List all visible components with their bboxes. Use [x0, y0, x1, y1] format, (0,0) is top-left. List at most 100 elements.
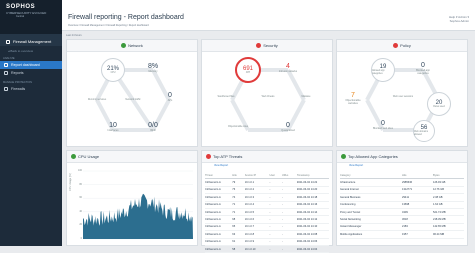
interfaces-label: Interfaces: [107, 129, 119, 132]
table-cell: 142.65 MB: [433, 225, 446, 229]
table-cell: Bytes: [433, 173, 440, 177]
allowed-apps-label: Allowed app categories: [372, 70, 385, 75]
table-row[interactable]: C2/Generic-A 65 10.1.0.7 - - 2021-03-04 14:10: [205, 224, 329, 232]
brand-sub: CYBERSECURITY EVOLVED: [6, 11, 47, 15]
web-domains-gauge[interactable]: 56 Web domains allowed: [413, 120, 435, 142]
alert-status-icon: [206, 154, 211, 159]
red-node[interactable]: 0/0 RED: [142, 122, 164, 132]
table-cell: Category: [340, 173, 351, 177]
table-cell: Timestamp: [296, 173, 310, 177]
table-row[interactable]: C2/Generic-A 61 10.1.0.9 - - 2021-03-04 14:06: [205, 239, 329, 246]
blocked-sites-label: Blocked web sites: [372, 127, 393, 130]
view-report-link[interactable]: View Report: [214, 164, 228, 167]
table-row[interactable]: C2/Generic-A 71 10.1.0.5 - - 2021-03-04 14:14: [205, 209, 329, 217]
aps-label: APs: [167, 99, 173, 102]
table-cell: -: [281, 203, 283, 207]
sidebar-item-report-dashboard[interactable]: Report dashboard: [0, 61, 62, 69]
sophos-logo[interactable]: SOPHOS CYBERSECURITY EVOLVED Central: [0, 0, 62, 34]
table-cell: 1312771: [402, 188, 413, 192]
table-row[interactable]: C2/Generic-A 76 10.1.0.2 - - 2021-03-04 14:20: [205, 187, 329, 195]
table-cell: 63: [232, 232, 236, 236]
objectionable-websites-node[interactable]: 7 Objectionable websites: [342, 92, 364, 105]
page-header: Firewall reporting - Report dashboard Ov…: [62, 0, 475, 31]
table-row[interactable]: Infrastructure 2985636 126.93 GB: [340, 179, 464, 187]
ok-status-icon: [71, 154, 76, 159]
time-filter[interactable]: Last 24 hours: [66, 34, 82, 37]
table-row[interactable]: C2/Generic-A 74 10.1.0.3 - - 2021-03-04 14:18: [205, 194, 329, 202]
quarantined-value: 0: [286, 122, 290, 129]
table-cell: 126.93 GB: [433, 181, 446, 185]
nav-section-analyze: Analyze: [3, 57, 15, 60]
app-categories-table: Category Hits Bytes Infrastructure 2985636 12…: [340, 172, 464, 239]
view-report-link[interactable]: View Report: [349, 164, 363, 167]
table-cell: 2021-03-04 14:08: [296, 232, 318, 236]
table-cell: -: [281, 240, 283, 244]
table-row[interactable]: C2/Generic-A 63 10.1.0.8 - - 2021-03-04 14:08: [205, 231, 329, 239]
table-cell: 2183: [402, 225, 408, 229]
table-row[interactable]: Social Networking 3618 218.39 MB: [340, 216, 464, 224]
policy-panel: Policy 19 Allowed app categories 0 Block…: [336, 39, 468, 147]
table-cell: C2/Generic-A: [205, 210, 221, 214]
table-cell: -: [269, 232, 271, 236]
cpu-gauge[interactable]: 21% CPU: [101, 58, 125, 82]
allowed-apps-gauge[interactable]: 19 Allowed app categories: [371, 58, 395, 82]
table-row[interactable]: Instant Messenger 2183 142.65 MB: [340, 224, 464, 232]
table-cell: 2021-03-04 14:18: [296, 195, 318, 199]
sidebar-item-firewalls[interactable]: Firewalls: [0, 85, 62, 93]
blocked-sites-node[interactable]: 0 Blocked web sites: [372, 120, 394, 130]
table-cell: 12.76 GB: [433, 188, 444, 192]
sidebar-item-reports[interactable]: Reports: [0, 69, 62, 77]
table-cell: 71: [232, 210, 236, 214]
table-row[interactable]: C2/Generic-A 79 10.1.0.1 - - 2021-03-04 14:22: [205, 179, 329, 187]
back-link[interactable]: ◂ Back to overview: [0, 46, 62, 53]
objectionable-websites-label: Objectionable websites: [345, 99, 361, 105]
table-cell: 2021-03-04 14:14: [296, 210, 318, 214]
table-cell: 10.1.0.6: [244, 218, 255, 222]
sidebar-item-label: Firewalls: [11, 87, 26, 91]
table-header-row: Threat Hits Source IP User URLs Timestamp: [205, 172, 329, 180]
table-row[interactable]: C2/Generic-A 68 10.1.0.6 - - 2021-03-04 14:12: [205, 216, 329, 224]
atp-label: ATP: [245, 71, 251, 74]
rules-used-gauge[interactable]: 20 Rules used: [427, 92, 451, 116]
table-cell: -: [281, 232, 283, 236]
table-row[interactable]: Proxy and Tunnel 4309 521.74 MB: [340, 209, 464, 217]
table-cell: 2021-03-04 14:16: [296, 203, 318, 207]
atp-gauge[interactable]: 691 ATP: [235, 57, 261, 83]
memory-node[interactable]: 8% Memory: [142, 63, 164, 73]
sidebar-item-label: Report dashboard: [11, 63, 40, 67]
memory-value: 8%: [147, 63, 159, 70]
cpu-usage-chart[interactable]: [83, 169, 193, 243]
table-row[interactable]: Mobile Applications 1957 96.24 MB: [340, 231, 464, 239]
breadcrumb[interactable]: Overview / Firewall Management / Firewal…: [68, 24, 149, 27]
table-cell: General Business: [340, 195, 361, 199]
intrusion-node[interactable]: 4 Intrusion attacks: [277, 63, 299, 73]
table-row[interactable]: Conferencing 13698 1.64 GB: [340, 202, 464, 209]
table-cell: 61: [232, 240, 236, 244]
aps-node[interactable]: 0 APs: [159, 92, 181, 102]
table-cell: 10.1.0.7: [244, 225, 255, 229]
table-cell: 58: [232, 247, 236, 251]
table-cell: Conferencing: [340, 203, 356, 207]
table-cell: 10.1.0.2: [244, 188, 255, 192]
back-link-label: Back to overview: [10, 49, 34, 53]
table-row[interactable]: C2/Generic-A 71 10.1.0.4 - - 2021-03-04 14:16: [205, 202, 329, 209]
table-cell: Source IP: [244, 173, 257, 177]
security-panel-header: Security: [202, 40, 332, 52]
table-row[interactable]: General Business 29411 2.38 GB: [340, 194, 464, 202]
table-cell: -: [281, 188, 283, 192]
table-cell: -: [269, 225, 271, 229]
table-row[interactable]: General Internet 1312771 12.76 GB: [340, 187, 464, 195]
table-cell: 13698: [402, 203, 410, 207]
user-menu[interactable]: Help ▾ Admin ▾ Sophos Admin: [449, 15, 469, 23]
table-cell: 74: [232, 195, 236, 199]
blocked-apps-node[interactable]: 0 Blocked app categories: [412, 62, 434, 75]
interfaces-node[interactable]: 10 Interfaces: [102, 122, 124, 132]
table-cell: 10.1.0.5: [244, 210, 255, 214]
module-title[interactable]: Firewall Management: [0, 34, 62, 46]
table-cell: 79: [232, 181, 236, 185]
table-cell: 76: [232, 188, 236, 192]
quarantined-node[interactable]: 0 Quarantined: [277, 122, 299, 132]
table-cell: 3618: [402, 218, 408, 222]
atp-table: Threat Hits Source IP User URLs Timestamp C2/G…: [205, 172, 329, 253]
table-row[interactable]: C2/Generic-A 58 10.1.0.10 - - 2021-03-04 14:0…: [205, 246, 329, 253]
